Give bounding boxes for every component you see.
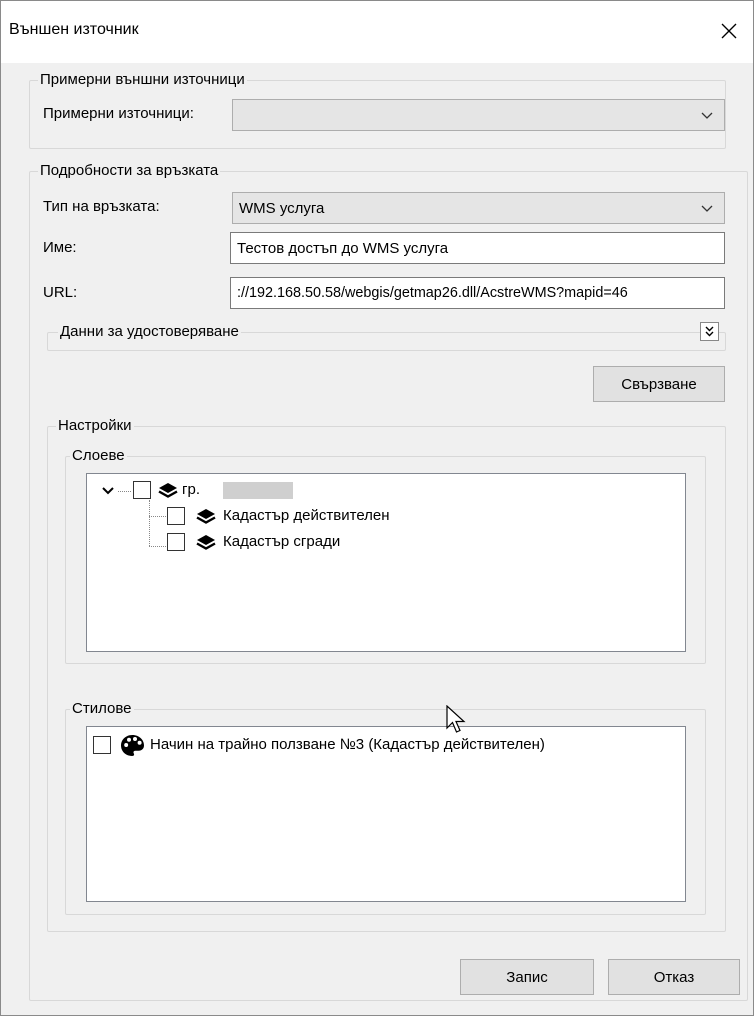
dialog-window: Външен източник Примерни външни източниц… (0, 0, 754, 1016)
double-chevron-down-icon (705, 326, 714, 337)
layer-label: Кадастър сгради (223, 533, 341, 550)
name-label: Име: (43, 239, 77, 256)
connection-legend: Подробности за връзката (38, 162, 221, 180)
tree-connector (149, 500, 150, 546)
redacted-block (223, 482, 293, 499)
auth-expand-button[interactable] (700, 322, 719, 341)
layer-checkbox[interactable] (167, 507, 185, 525)
title-bar: Външен източник (1, 1, 753, 63)
palette-icon (121, 735, 144, 756)
chevron-down-icon (701, 205, 713, 212)
layers-icon (196, 509, 216, 524)
layers-icon (196, 535, 216, 550)
layer-root-label: гр. (182, 481, 200, 498)
tree-connector (149, 546, 166, 547)
styles-legend: Стилове (70, 700, 134, 718)
tree-connector (149, 516, 166, 517)
close-icon (721, 23, 737, 39)
chevron-down-icon (701, 112, 713, 119)
save-button-label: Запис (506, 968, 548, 986)
layers-icon (158, 483, 178, 498)
sources-label: Примерни източници: (43, 105, 194, 122)
examples-legend: Примерни външни източници (38, 71, 247, 89)
style-checkbox[interactable] (93, 736, 111, 754)
layer-checkbox[interactable] (167, 533, 185, 551)
chevron-down-icon[interactable] (101, 485, 115, 497)
cancel-button-label: Отказ (653, 968, 695, 986)
settings-legend: Настройки (56, 417, 134, 435)
tree-connector (118, 491, 131, 492)
window-title: Външен източник (9, 21, 139, 38)
url-input[interactable]: ://192.168.50.58/webgis/getmap26.dll/Acs… (230, 277, 725, 309)
save-button[interactable]: Запис (460, 959, 594, 995)
auth-legend: Данни за удостоверяване (58, 323, 241, 341)
cancel-button[interactable]: Отказ (608, 959, 740, 995)
type-combo[interactable]: WMS услуга (232, 192, 725, 224)
connect-button-label: Свързване (621, 375, 697, 393)
layer-label: Кадастър действителен (223, 507, 390, 524)
connect-button[interactable]: Свързване (593, 366, 725, 402)
name-input-value: Тестов достъп до WMS услуга (237, 239, 449, 257)
type-label: Тип на връзката: (43, 198, 160, 215)
sources-combo[interactable] (232, 99, 725, 131)
close-button[interactable] (709, 13, 749, 49)
url-input-value: ://192.168.50.58/webgis/getmap26.dll/Acs… (237, 285, 628, 301)
url-label: URL: (43, 284, 78, 301)
auth-group: Данни за удостоверяване (47, 323, 726, 351)
type-combo-value: WMS услуга (239, 199, 325, 217)
layers-legend: Слоеве (70, 447, 127, 465)
mouse-cursor-icon (446, 705, 466, 733)
name-input[interactable]: Тестов достъп до WMS услуга (230, 232, 725, 264)
layer-root-checkbox[interactable] (133, 481, 151, 499)
style-label: Начин на трайно ползване №3 (Кадастър де… (150, 736, 545, 753)
